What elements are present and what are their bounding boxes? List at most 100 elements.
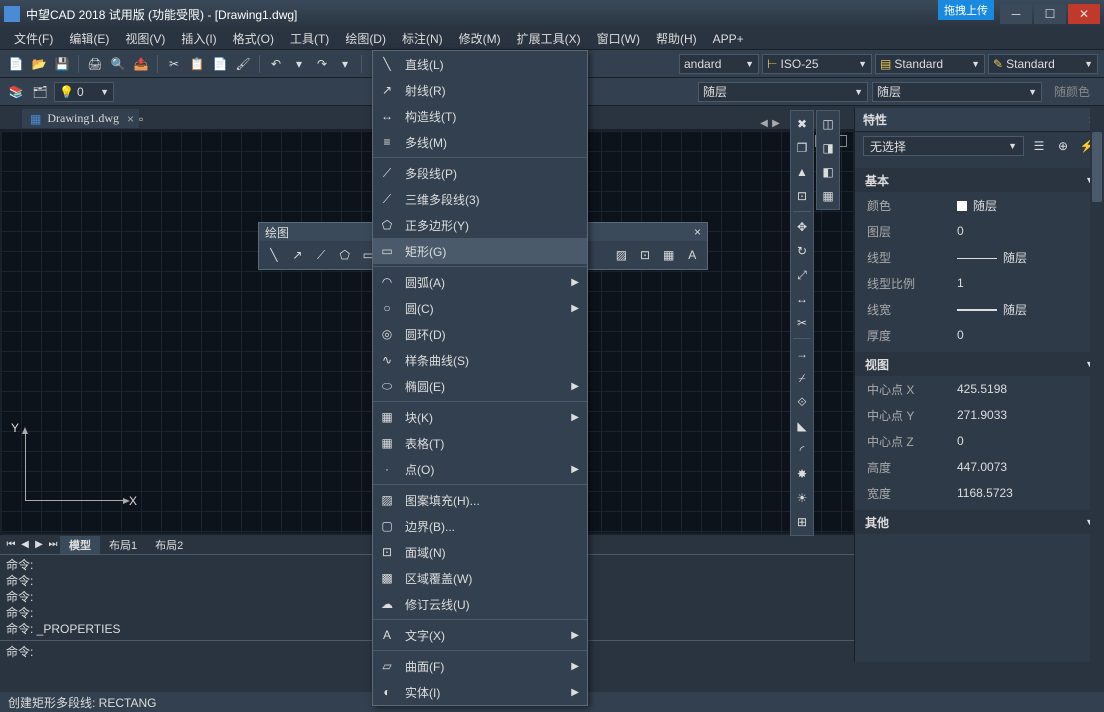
cat-basic[interactable]: 基本▼	[855, 168, 1104, 192]
join-icon[interactable]: ⟐	[791, 391, 813, 413]
layer-states-icon[interactable]: 🗂	[30, 82, 50, 102]
extend-icon[interactable]: →	[791, 343, 813, 365]
vb2-3-icon[interactable]: ◧	[817, 161, 839, 183]
menu-window[interactable]: 窗口(W)	[589, 28, 648, 49]
preview-icon[interactable]: 🔍	[108, 54, 128, 74]
menuitem-spline[interactable]: ∿样条曲线(S)	[373, 347, 587, 373]
cut-icon[interactable]: ✂	[164, 54, 184, 74]
menu-draw[interactable]: 绘图(D)	[337, 28, 394, 49]
stretch-icon[interactable]: ↔	[791, 288, 813, 310]
publish-icon[interactable]: 📤	[131, 54, 151, 74]
tb-line-icon[interactable]: ╲	[265, 245, 283, 265]
new-tab-icon[interactable]: ▫	[139, 112, 143, 126]
palette-prev-icon[interactable]: ◀	[758, 114, 770, 132]
print-icon[interactable]: 🖨	[85, 54, 105, 74]
copy-icon[interactable]: 📋	[187, 54, 207, 74]
menu-format[interactable]: 格式(O)	[225, 28, 282, 49]
menu-insert[interactable]: 插入(I)	[173, 28, 224, 49]
menuitem-ellipse[interactable]: ⬭椭圆(E)▶	[373, 373, 587, 399]
close-button[interactable]: ✕	[1068, 4, 1100, 24]
layout-next-icon[interactable]: ▶	[32, 539, 46, 550]
menuitem-circle[interactable]: ○圆(C)▶	[373, 295, 587, 321]
menu-modify[interactable]: 修改(M)	[451, 28, 509, 49]
file-tab[interactable]: ▦ Drawing1.dwg ×	[22, 109, 139, 128]
layout-last-icon[interactable]: ⏭	[46, 539, 60, 550]
vb2-1-icon[interactable]: ◫	[817, 113, 839, 135]
menuitem-rect[interactable]: ▭矩形(G)	[373, 238, 587, 264]
menuitem-table[interactable]: ▦表格(T)	[373, 430, 587, 456]
menu-tools[interactable]: 工具(T)	[282, 28, 337, 49]
layer-manager-icon[interactable]: 📚	[6, 82, 26, 102]
menu-help[interactable]: 帮助(H)	[648, 28, 705, 49]
menuitem-xline[interactable]: ↔构造线(T)	[373, 103, 587, 129]
scale-icon[interactable]: ⤢	[791, 264, 813, 286]
menuitem-surface[interactable]: ▱曲面(F)▶	[373, 653, 587, 679]
open-icon[interactable]: 📂	[29, 54, 49, 74]
props-icon[interactable]: ⊞	[791, 511, 813, 533]
menuitem-point[interactable]: ·点(O)▶	[373, 456, 587, 482]
menuitem-polygon[interactable]: ⬠正多边形(Y)	[373, 212, 587, 238]
tb-region-icon[interactable]: ⊡	[636, 245, 654, 265]
copy-obj-icon[interactable]: ❐	[791, 137, 813, 159]
props-scrollbar[interactable]	[1090, 108, 1104, 662]
vb2-2-icon[interactable]: ◨	[817, 137, 839, 159]
cat-view[interactable]: 视图▼	[855, 352, 1104, 376]
menuitem-block[interactable]: ▦块(K)▶	[373, 404, 587, 430]
menu-view[interactable]: 视图(V)	[117, 28, 173, 49]
redo-drop-icon[interactable]: ▾	[335, 54, 355, 74]
menuitem-boundary[interactable]: ▢边界(B)...	[373, 513, 587, 539]
linetype-combo[interactable]: 随层▼	[872, 82, 1042, 102]
draw-toolbar-close-icon[interactable]: ×	[694, 225, 701, 239]
layout-first-icon[interactable]: ⏮	[4, 539, 18, 550]
explode-icon[interactable]: ✸	[791, 463, 813, 485]
offset-icon[interactable]: ⊡	[791, 185, 813, 207]
tab-close-icon[interactable]: ×	[127, 112, 134, 126]
chamfer-icon[interactable]: ◣	[791, 415, 813, 437]
align-icon[interactable]: ☀	[791, 487, 813, 509]
tablestyle-combo[interactable]: ▤ Standard▼	[875, 54, 985, 74]
tb-table-icon[interactable]: ▦	[660, 245, 678, 265]
tb-xline-icon[interactable]: ↗	[289, 245, 307, 265]
tb-hatch-icon[interactable]: ▨	[613, 245, 631, 265]
menuitem-donut[interactable]: ◎圆环(D)	[373, 321, 587, 347]
cat-other[interactable]: 其他▼	[855, 510, 1104, 534]
break-icon[interactable]: ⌿	[791, 367, 813, 389]
tb-polygon-icon[interactable]: ⬠	[336, 245, 354, 265]
paste-icon[interactable]: 📄	[210, 54, 230, 74]
rotate-icon[interactable]: ↻	[791, 240, 813, 262]
menuitem-solid[interactable]: ◐实体(I)▶	[373, 679, 587, 705]
undo-drop-icon[interactable]: ▾	[289, 54, 309, 74]
upload-badge[interactable]: 拖拽上传	[938, 0, 994, 20]
new-icon[interactable]: 📄	[6, 54, 26, 74]
properties-body[interactable]: 基本▼ 颜色随层 图层0 线型随层 线型比例1 线宽随层 厚度0 视图▼ 中心点…	[855, 160, 1104, 662]
tb-pline-icon[interactable]: ⟋	[312, 245, 330, 265]
mirror-icon[interactable]: ▲	[791, 161, 813, 183]
menu-dim[interactable]: 标注(N)	[394, 28, 451, 49]
layout-tab-model[interactable]: 模型	[60, 536, 100, 554]
menuitem-text[interactable]: A文字(X)▶	[373, 622, 587, 648]
trim-icon[interactable]: ✂	[791, 312, 813, 334]
layout-prev-icon[interactable]: ◀	[18, 539, 32, 550]
palette-next-icon[interactable]: ▶	[770, 114, 782, 132]
menuitem-wipeout[interactable]: ▩区域覆盖(W)	[373, 565, 587, 591]
layout-tab-1[interactable]: 布局1	[100, 536, 146, 554]
redo-icon[interactable]: ↷	[312, 54, 332, 74]
pick-add-icon[interactable]: ⊕	[1054, 137, 1072, 155]
menuitem-line[interactable]: ╲直线(L)	[373, 51, 587, 77]
erase-icon[interactable]: ✖	[791, 113, 813, 135]
menu-edit[interactable]: 编辑(E)	[61, 28, 117, 49]
vb2-4-icon[interactable]: ▦	[817, 185, 839, 207]
save-icon[interactable]: 💾	[52, 54, 72, 74]
menuitem-pline[interactable]: ⟋多段线(P)	[373, 160, 587, 186]
move-icon[interactable]: ✥	[791, 216, 813, 238]
menu-ext[interactable]: 扩展工具(X)	[509, 28, 589, 49]
layout-tab-2[interactable]: 布局2	[146, 536, 192, 554]
layer-combo[interactable]: 💡 0▼	[54, 82, 114, 102]
menuitem-hatch[interactable]: ▨图案填充(H)...	[373, 487, 587, 513]
menuitem-region[interactable]: ⊡面域(N)	[373, 539, 587, 565]
mleaderstyle-combo[interactable]: ✎ Standard▼	[988, 54, 1098, 74]
menu-file[interactable]: 文件(F)	[6, 28, 61, 49]
menuitem-3dpline[interactable]: ⟋三维多段线(3)	[373, 186, 587, 212]
undo-icon[interactable]: ↶	[266, 54, 286, 74]
tb-text-icon[interactable]: A	[683, 245, 701, 265]
